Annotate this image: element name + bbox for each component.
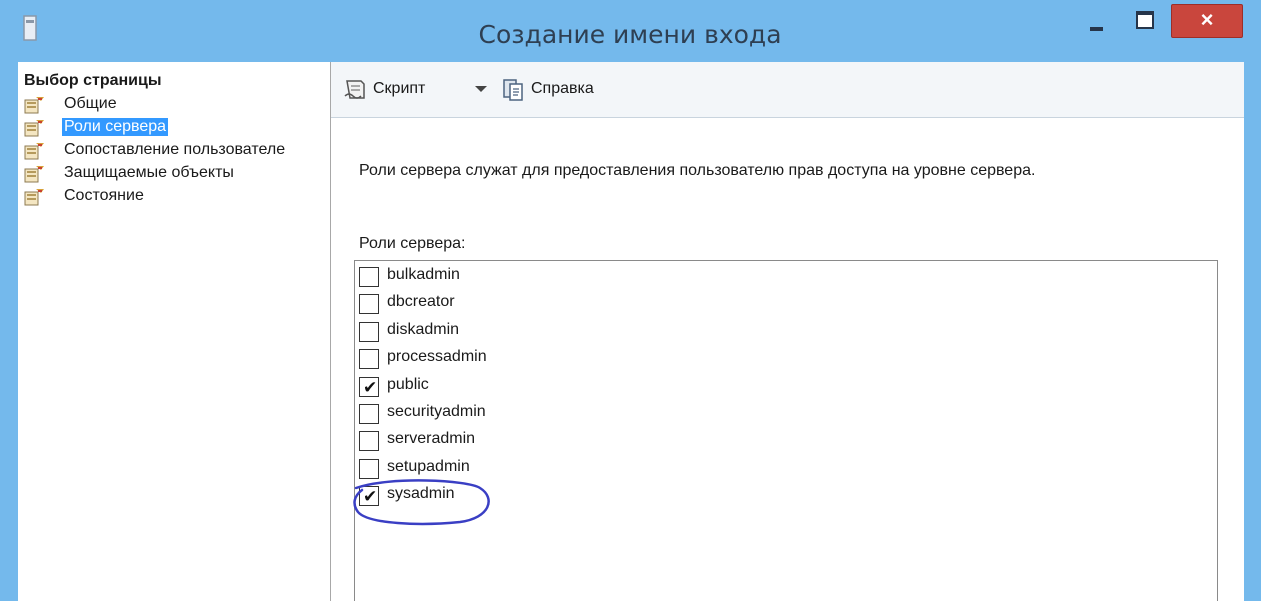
close-icon: × — [1200, 7, 1214, 32]
role-name: securityadmin — [387, 403, 486, 420]
page-selector-pane: Выбор страницы Общие Роли сервера Сопостав… — [18, 62, 331, 601]
role-checkbox[interactable] — [359, 458, 379, 479]
role-item[interactable]: dbcreator — [359, 292, 619, 316]
login-dialog-window: Создание имени входа × Выбор страницы Об… — [0, 0, 1261, 601]
help-label: Справка — [531, 80, 594, 97]
script-dropdown-arrow[interactable] — [475, 86, 487, 92]
roles-list-label: Роли сервера: — [359, 235, 466, 252]
role-checkbox[interactable]: ✔ — [359, 486, 379, 507]
role-checkbox[interactable] — [359, 321, 379, 342]
role-item[interactable]: ✔ sysadmin — [359, 484, 619, 508]
role-item[interactable]: diskadmin — [359, 320, 619, 344]
role-checkbox[interactable] — [359, 404, 379, 424]
minimize-button[interactable] — [1080, 6, 1114, 36]
page-item-label: Сопоставление пользователе — [64, 141, 286, 158]
role-name: serveradmin — [387, 430, 476, 448]
role-item[interactable]: processadmin — [359, 347, 619, 371]
title-bar[interactable]: Создание имени входа × — [0, 0, 1261, 62]
role-checkbox[interactable] — [359, 267, 379, 287]
script-button[interactable]: Скрипт — [343, 78, 443, 102]
app-icon — [23, 15, 37, 41]
page-selector-header: Выбор страницы — [24, 72, 162, 89]
script-label: Скрипт — [373, 80, 426, 97]
toolbar: Скрипт Справка — [331, 62, 1244, 118]
role-name: sysadmin — [387, 485, 455, 503]
help-icon — [503, 79, 523, 101]
role-name: dbcreator — [387, 293, 455, 311]
role-name: setupadmin — [387, 457, 470, 475]
role-checkbox[interactable] — [359, 294, 379, 315]
checkmark-icon: ✔ — [363, 377, 378, 397]
role-name: bulkadmin — [387, 266, 460, 283]
role-name: diskadmin — [387, 320, 460, 338]
role-item[interactable]: setupadmin — [359, 457, 619, 481]
page-item-label: Общие — [64, 95, 117, 112]
close-button[interactable]: × — [1171, 4, 1243, 38]
script-icon — [344, 80, 365, 99]
page-item-label: Состояние — [64, 187, 144, 204]
server-roles-list[interactable]: bulkadmin dbcreator diskadmin processadmin ✔… — [354, 260, 1218, 601]
window-title: Создание имени входа — [478, 20, 782, 49]
page-icon — [24, 166, 44, 183]
maximize-button[interactable] — [1128, 6, 1162, 36]
window-frame-left — [0, 62, 18, 601]
role-item[interactable]: bulkadmin — [359, 265, 619, 289]
role-checkbox[interactable]: ✔ — [359, 376, 379, 397]
role-item[interactable]: securityadmin — [359, 402, 619, 426]
role-name: public — [387, 375, 429, 393]
window-frame-right — [1244, 62, 1261, 601]
page-icon — [24, 143, 44, 160]
role-checkbox[interactable] — [359, 431, 379, 452]
role-checkbox[interactable] — [359, 349, 379, 370]
page-icon — [24, 120, 44, 137]
page-icon — [24, 189, 44, 206]
role-item[interactable]: serveradmin — [359, 429, 619, 453]
role-name: processadmin — [387, 348, 487, 366]
page-icon — [24, 97, 44, 114]
content-pane: Скрипт Справка Роли сервера служат для п… — [331, 62, 1244, 601]
page-item-label: Роли сервера — [62, 118, 169, 136]
page-item-label: Защищаемые объекты — [64, 164, 234, 181]
help-button[interactable]: Справка — [501, 78, 611, 102]
roles-description: Роли сервера служат для предоставления п… — [359, 162, 1036, 179]
checkmark-icon: ✔ — [363, 487, 378, 507]
role-item[interactable]: ✔ public — [359, 375, 619, 399]
